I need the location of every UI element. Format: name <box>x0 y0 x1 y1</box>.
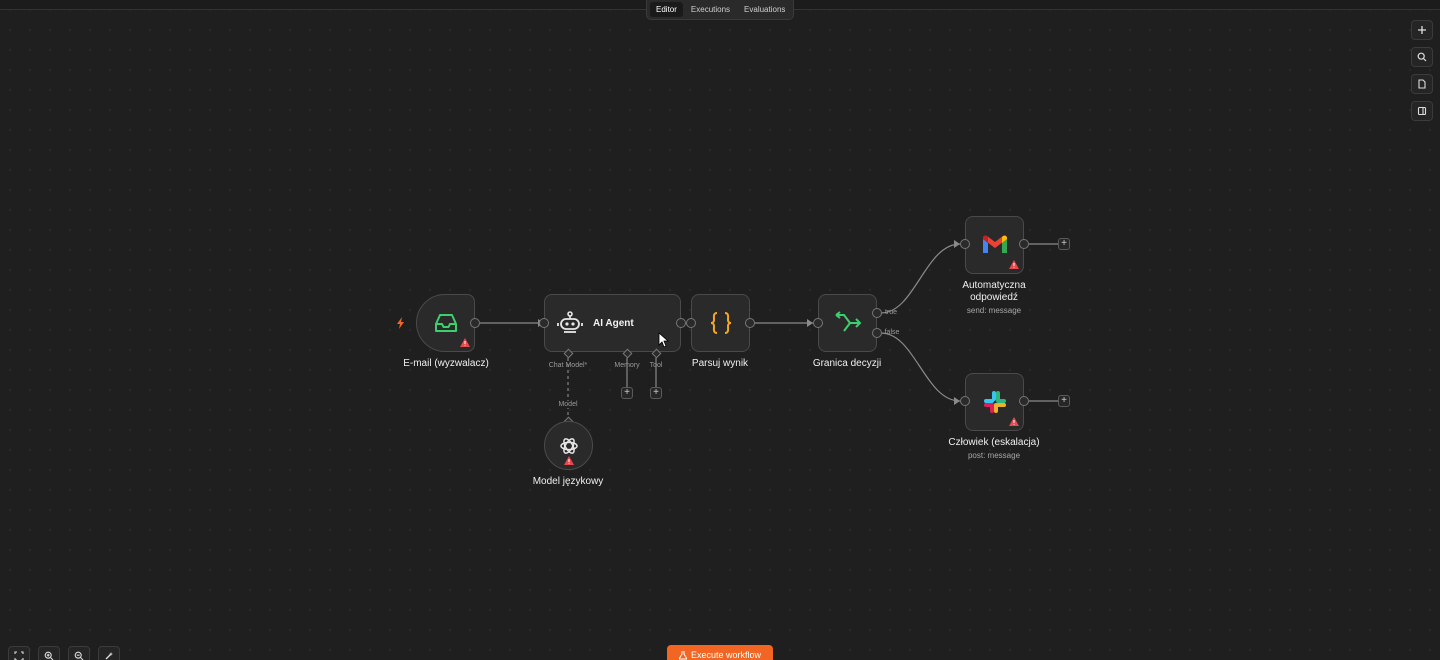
node-decision[interactable] <box>818 294 877 352</box>
canvas-controls <box>8 646 120 660</box>
slack-output-handle[interactable] <box>1019 396 1029 406</box>
trigger-output-handle[interactable] <box>470 318 480 328</box>
false-branch-label: false <box>884 329 900 336</box>
execute-workflow-label: Execute workflow <box>690 650 762 660</box>
decision-true-handle[interactable] <box>872 308 882 318</box>
add-memory-button[interactable]: + <box>621 387 633 399</box>
parse-input-handle[interactable] <box>686 318 696 328</box>
inbox-icon <box>434 314 457 332</box>
slack-input-handle[interactable] <box>960 396 970 406</box>
tidy-up-button[interactable] <box>98 646 120 660</box>
node-label-slack: Człowiek (eskalacja) <box>948 437 1040 448</box>
add-tool-button[interactable]: + <box>650 387 662 399</box>
gmail-icon <box>982 235 1007 253</box>
node-gmail[interactable] <box>965 216 1024 274</box>
memory-port-label: Memory <box>614 362 640 369</box>
node-label-decision: Granica decyzji <box>812 358 882 369</box>
tool-port-label: Tool <box>649 362 663 369</box>
warning-icon <box>460 338 470 347</box>
execute-workflow-button[interactable]: Execute workflow <box>667 645 773 660</box>
warning-icon <box>1009 260 1019 269</box>
node-subtitle-gmail: send: message <box>966 306 1022 315</box>
zoom-out-button[interactable] <box>68 646 90 660</box>
if-branch-icon <box>834 311 861 332</box>
node-label-trigger: E-mail (wyzwalacz) <box>403 358 489 369</box>
agent-output-handle[interactable] <box>676 318 686 328</box>
zoom-out-icon <box>74 651 84 660</box>
model-port-label: Model <box>556 401 580 408</box>
node-label-gmail-line1: Automatyczna <box>962 280 1026 291</box>
fit-view-button[interactable] <box>8 646 30 660</box>
code-braces-icon <box>710 312 731 334</box>
mouse-cursor-icon <box>658 332 670 348</box>
true-branch-label: true <box>884 309 898 316</box>
node-label-model: Model językowy <box>532 476 604 487</box>
node-label-agent: AI Agent <box>593 317 634 329</box>
gmail-add-next-button[interactable]: + <box>1058 238 1070 250</box>
node-parse-result[interactable] <box>691 294 750 352</box>
zoom-in-icon <box>44 651 54 660</box>
gmail-output-handle[interactable] <box>1019 239 1029 249</box>
edge-true-gmail <box>880 243 961 314</box>
node-label-parse: Parsuj wynik <box>691 358 749 369</box>
node-email-trigger[interactable] <box>416 294 475 352</box>
zoom-in-button[interactable] <box>38 646 60 660</box>
parse-output-handle[interactable] <box>745 318 755 328</box>
robot-icon <box>557 311 583 333</box>
edge-false-slack <box>880 332 961 402</box>
flask-icon <box>678 650 687 659</box>
warning-icon <box>564 456 574 465</box>
trigger-lightning-icon <box>397 317 404 329</box>
agent-input-handle[interactable] <box>539 318 549 328</box>
wand-icon <box>105 652 113 660</box>
decision-false-handle[interactable] <box>872 328 882 338</box>
slack-icon <box>983 391 1006 413</box>
slack-add-next-button[interactable]: + <box>1058 395 1070 407</box>
fit-view-icon <box>14 651 24 660</box>
node-subtitle-slack: post: message <box>967 451 1021 460</box>
warning-icon <box>1009 417 1019 426</box>
openai-icon <box>559 437 578 454</box>
chat-model-port-label: Chat Model* <box>548 362 588 369</box>
decision-input-handle[interactable] <box>813 318 823 328</box>
node-slack[interactable] <box>965 373 1024 431</box>
node-language-model[interactable] <box>544 421 593 470</box>
node-label-gmail-line2: odpowiedź <box>970 292 1018 303</box>
gmail-input-handle[interactable] <box>960 239 970 249</box>
